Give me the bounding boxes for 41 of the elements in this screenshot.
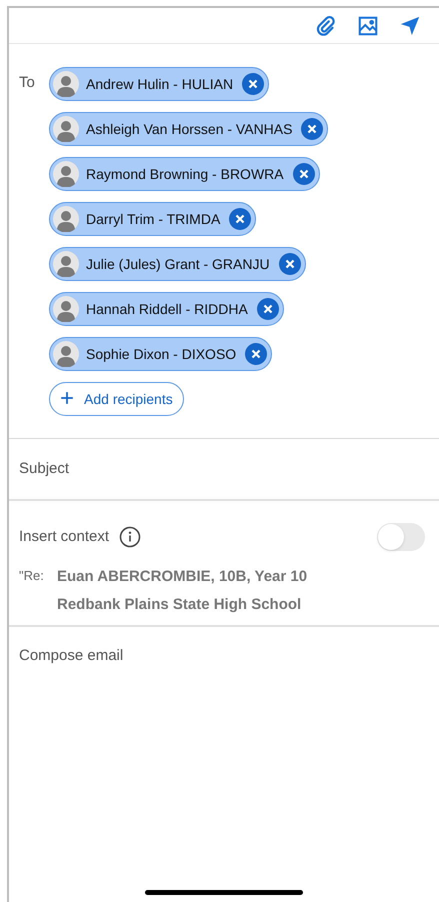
- remove-icon[interactable]: [245, 343, 268, 365]
- recipient-chip[interactable]: Andrew Hulin - HULIAN: [49, 67, 270, 101]
- add-recipients-button[interactable]: + Add recipients: [49, 382, 184, 416]
- avatar-icon: [53, 341, 79, 367]
- send-icon[interactable]: [399, 14, 421, 36]
- insert-context-label: Insert context: [19, 526, 110, 547]
- avatar-icon: [53, 296, 79, 322]
- attachment-icon[interactable]: [315, 14, 337, 36]
- recipient-chip[interactable]: Sophie Dixon - DIXOSO: [49, 337, 272, 371]
- subject-field[interactable]: Subject: [19, 458, 419, 480]
- recipient-chip[interactable]: Darryl Trim - TRIMDA: [49, 202, 256, 236]
- image-icon[interactable]: [357, 14, 379, 36]
- remove-icon[interactable]: [301, 118, 324, 140]
- recipient-name: Raymond Browning - BROWRA: [86, 164, 284, 184]
- remove-icon[interactable]: [229, 208, 252, 230]
- recipient-chip[interactable]: Hannah Riddell - RIDDHA: [49, 292, 284, 326]
- recipient-name: Julie (Jules) Grant - GRANJU: [86, 254, 270, 274]
- context-line: Euan ABERCROMBIE, 10B, Year 10: [57, 567, 308, 587]
- remove-icon[interactable]: [292, 163, 315, 185]
- recipient-name: Andrew Hulin - HULIAN: [86, 74, 234, 94]
- info-icon[interactable]: [119, 526, 142, 548]
- recipient-name: Hannah Riddell - RIDDHA: [86, 300, 248, 318]
- avatar-icon: [53, 206, 79, 232]
- avatar-icon: [53, 116, 79, 142]
- remove-icon[interactable]: [256, 298, 279, 320]
- compose-email-field[interactable]: Compose email: [19, 645, 419, 845]
- to-label: To: [18, 73, 36, 93]
- avatar-icon: [53, 251, 79, 277]
- recipient-name: Ashleigh Van Horssen - VANHAS: [86, 120, 292, 139]
- re-prefix: "Re:: [19, 567, 45, 585]
- avatar-icon: [53, 71, 79, 97]
- recipient-chip[interactable]: Raymond Browning - BROWRA: [49, 157, 320, 191]
- context-line: Redbank Plains State High School: [57, 595, 302, 615]
- recipient-name: Darryl Trim - TRIMDA: [86, 210, 220, 229]
- recipient-chip[interactable]: Ashleigh Van Horssen - VANHAS: [49, 112, 328, 146]
- recipient-name: Sophie Dixon - DIXOSO: [86, 344, 236, 364]
- recipient-chip[interactable]: Julie (Jules) Grant - GRANJU: [49, 247, 306, 281]
- remove-icon[interactable]: [278, 253, 301, 275]
- toggle-switch[interactable]: [377, 523, 425, 551]
- avatar-icon: [53, 161, 79, 187]
- remove-icon[interactable]: [242, 73, 264, 95]
